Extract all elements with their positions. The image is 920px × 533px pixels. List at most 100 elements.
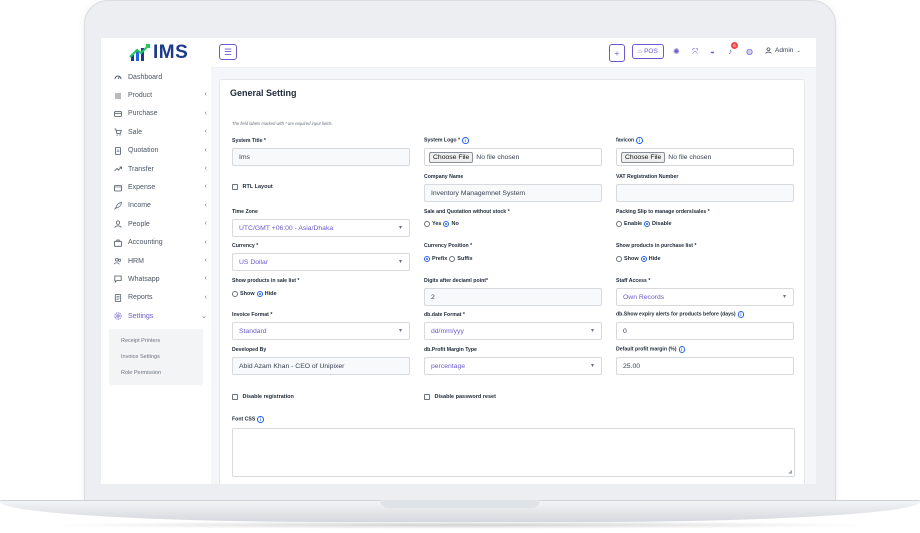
resize-handle-icon[interactable]: ◢ — [788, 469, 792, 475]
radio-disable[interactable] — [644, 221, 651, 227]
sidebar-item-product[interactable]: Product ‹ — [101, 86, 211, 104]
sidebar-item-people[interactable]: People ‹ — [101, 215, 211, 233]
info-icon[interactable]: i — [257, 416, 264, 423]
date-format-select[interactable]: dd/mm/yyy — [424, 322, 602, 340]
submenu-item-role-permission[interactable]: Role Permission — [109, 365, 203, 381]
developed-by-label: Developed By — [232, 347, 267, 353]
info-icon[interactable]: i — [737, 311, 745, 318]
sidebar-item-quotation[interactable]: Quotation ‹ — [101, 142, 211, 160]
info-icon[interactable]: i — [636, 137, 643, 144]
disable-registration-checkbox[interactable]: Disable registration — [232, 394, 294, 400]
page-title: General Setting — [230, 88, 297, 98]
theme-icon[interactable]: ✺ — [673, 47, 680, 56]
add-button[interactable]: + — [609, 44, 625, 62]
checkbox[interactable] — [232, 394, 238, 400]
chevron-left-icon: ‹ — [204, 238, 207, 246]
default-profit-margin-input[interactable]: 25.00 — [616, 357, 794, 375]
bell-icon[interactable]: ♪ — [728, 47, 732, 56]
radio-suffix[interactable] — [449, 256, 456, 262]
radio-show-label: Show — [240, 291, 255, 297]
radio-show[interactable] — [616, 256, 622, 262]
card-icon — [113, 109, 122, 118]
rocket-icon — [113, 201, 122, 210]
basket-icon[interactable]: ◒ — [710, 47, 715, 56]
file-status: No file chosen — [668, 153, 712, 161]
checkbox[interactable] — [232, 184, 238, 190]
favicon-label: favicon i — [616, 137, 643, 144]
radio-yes[interactable] — [424, 221, 430, 227]
sidebar-item-label: People — [128, 220, 150, 228]
chevron-left-icon: ‹ — [204, 256, 207, 264]
disable-password-reset-checkbox[interactable]: Disable password reset — [424, 394, 496, 400]
time-zone-label: Time Zone — [232, 209, 258, 215]
fullscreen-icon[interactable]: ⤧ — [692, 47, 698, 57]
sidebar-item-sale[interactable]: Sale ‹ — [101, 123, 211, 141]
dashboard-icon — [113, 73, 122, 82]
choose-file-button[interactable]: Choose File — [621, 151, 666, 163]
disable-registration-label: Disable registration — [242, 394, 294, 400]
staff-access-select[interactable]: Own Records — [616, 288, 794, 306]
radio-hide[interactable] — [640, 256, 647, 262]
sidebar: IMS Dashboard Product ‹ Purchase ‹ Sale … — [101, 38, 211, 484]
radio-prefix[interactable] — [424, 256, 430, 262]
sidebar-item-hrm[interactable]: HRM ‹ — [101, 252, 211, 270]
globe-icon[interactable]: ◍ — [746, 47, 753, 56]
sidebar-item-label: Settings — [128, 312, 154, 320]
favicon-file-input[interactable]: Choose File No file chosen — [616, 148, 794, 166]
app-logo[interactable]: IMS — [129, 42, 188, 64]
sidebar-item-accounting[interactable]: Accounting ‹ — [101, 234, 211, 252]
admin-menu[interactable]: Admin ⌄ — [765, 47, 801, 54]
sidebar-item-income[interactable]: Income ‹ — [101, 197, 211, 215]
disable-password-reset-label: Disable password reset — [434, 394, 496, 400]
system-title-input[interactable]: Ims — [232, 148, 410, 166]
submenu-item-receipt-printers[interactable]: Receipt Printers — [109, 333, 203, 349]
radio-hide[interactable] — [256, 291, 263, 297]
radio-show[interactable] — [232, 291, 238, 297]
sidebar-item-purchase[interactable]: Purchase ‹ — [101, 105, 211, 123]
font-css-label: Font CSS i — [232, 416, 264, 423]
purchase-list-radios: Show Hide — [616, 256, 661, 262]
radio-yes-label: Yes — [432, 221, 442, 227]
submenu-item-invoice-settings[interactable]: Invoice Settings — [109, 349, 203, 365]
choose-file-button[interactable]: Choose File — [429, 151, 474, 163]
hamburger-icon: ☰ — [223, 46, 233, 57]
logo-text: IMS — [153, 42, 189, 63]
chevron-left-icon: ‹ — [204, 128, 207, 136]
info-icon[interactable]: i — [462, 137, 469, 144]
sidebar-item-label: Expense — [128, 184, 156, 192]
radio-enable[interactable] — [616, 221, 622, 227]
pos-button[interactable]: ⌂ POS — [632, 44, 664, 59]
sidebar-item-label: Accounting — [128, 239, 163, 247]
expiry-alerts-input[interactable]: 0 — [616, 322, 794, 340]
chevron-left-icon: ‹ — [204, 275, 207, 283]
time-zone-select[interactable]: UTC/GMT +06:00 - Asia/Dhaka — [232, 219, 410, 237]
vat-registration-input[interactable] — [616, 184, 794, 202]
sidebar-item-label: Product — [128, 92, 153, 100]
developed-by-input[interactable]: Abid Azam Khan - CEO of Unipixer — [232, 357, 410, 375]
sidebar-item-transfer[interactable]: Transfer ‹ — [101, 160, 211, 178]
menu-toggle-button[interactable]: ☰ — [219, 44, 237, 60]
checkbox[interactable] — [424, 394, 430, 400]
list-icon — [113, 91, 122, 100]
font-css-textarea[interactable]: ◢ — [232, 428, 795, 477]
sidebar-item-label: Whatsapp — [128, 275, 160, 283]
sidebar-item-expense[interactable]: Expense ‹ — [101, 178, 211, 196]
invoice-format-select[interactable]: Standard — [232, 322, 410, 340]
sidebar-item-reports[interactable]: Reports ‹ — [101, 289, 211, 307]
user-icon — [113, 220, 122, 229]
digits-input[interactable]: 2 — [424, 288, 602, 306]
profit-margin-type-select[interactable]: percentage — [424, 357, 602, 375]
sidebar-item-settings[interactable]: Settings ⌄ — [101, 307, 211, 325]
sidebar-item-dashboard[interactable]: Dashboard — [101, 68, 211, 86]
rtl-layout-checkbox[interactable]: RTL Layout — [232, 184, 273, 190]
company-name-input[interactable]: Inventory Managemnet System — [424, 184, 602, 202]
sidebar-item-label: Dashboard — [128, 73, 163, 81]
radio-prefix-label: Prefix — [432, 256, 448, 262]
sidebar-item-whatsapp[interactable]: Whatsapp ‹ — [101, 270, 211, 288]
chevron-left-icon: ‹ — [204, 201, 207, 209]
currency-select[interactable]: US Dollar — [232, 253, 410, 271]
info-icon[interactable]: i — [678, 346, 686, 353]
radio-enable-label: Enable — [624, 221, 643, 227]
system-logo-file-input[interactable]: Choose File No file chosen — [424, 148, 602, 166]
radio-no[interactable] — [443, 221, 450, 227]
